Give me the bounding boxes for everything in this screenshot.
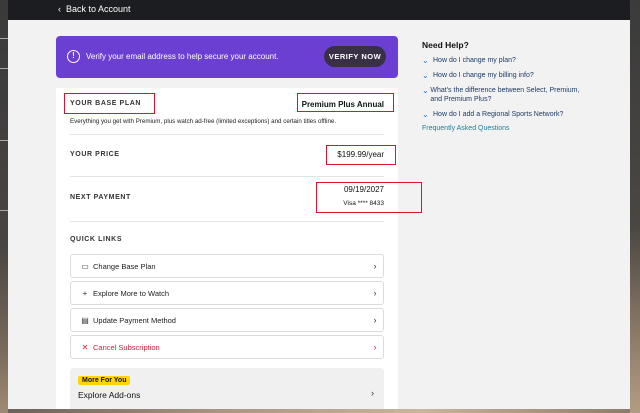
price-value-highlight	[326, 145, 396, 165]
help-faq-item[interactable]: ⌄ How do I change my billing info?	[422, 71, 592, 80]
help-faq-item[interactable]: ⌄ What's the difference between Select, …	[422, 86, 592, 104]
chevron-right-icon: ›	[373, 342, 377, 352]
desktop-background-right	[630, 0, 640, 413]
account-plan-page: ‹ Back to Account ! Verify your email ad…	[8, 0, 630, 409]
desktop-background-left	[0, 0, 8, 413]
desktop-edge-mark	[0, 68, 8, 69]
desktop-edge-mark	[0, 140, 8, 141]
explore-more-to-watch-link[interactable]: + Explore More to Watch ›	[70, 281, 384, 305]
price-label: YOUR PRICE	[70, 151, 120, 158]
plan-main-column: ! Verify your email address to help secu…	[56, 36, 422, 409]
chevron-down-icon: ⌄	[422, 56, 429, 65]
addons-title: Explore Add-ons	[78, 390, 141, 400]
info-icon: !	[67, 50, 80, 63]
link-label: Cancel Subscription	[93, 342, 160, 352]
cancel-subscription-link[interactable]: ✕ Cancel Subscription ›	[70, 335, 384, 359]
card-icon: ▤	[81, 315, 89, 325]
need-help-panel: Need Help? ⌄ How do I change my plan? ⌄ …	[422, 40, 592, 132]
update-payment-method-link[interactable]: ▤ Update Payment Method ›	[70, 308, 384, 332]
desktop-edge-mark	[0, 38, 8, 39]
verify-now-button[interactable]: VERIFY NOW	[324, 46, 386, 67]
x-icon: ✕	[81, 342, 89, 352]
link-label: Update Payment Method	[93, 315, 176, 325]
change-base-plan-link[interactable]: ▭ Change Base Plan ›	[70, 254, 384, 278]
chevron-down-icon: ⌄	[422, 110, 429, 119]
help-question: How do I add a Regional Sports Network?	[433, 111, 564, 118]
divider	[70, 176, 384, 177]
explore-addons-card[interactable]: More For You Explore Add-ons ›	[70, 368, 384, 409]
next-payment-label: NEXT PAYMENT	[70, 194, 131, 201]
help-question: How do I change my billing info?	[433, 72, 534, 79]
next-payment-highlight	[316, 182, 422, 213]
top-navigation-bar: ‹ Back to Account	[8, 0, 630, 20]
chevron-left-icon: ‹	[58, 4, 61, 14]
chevron-right-icon: ›	[373, 315, 377, 325]
verify-email-message: Verify your email address to help secure…	[86, 52, 279, 61]
help-question: How do I change my plan?	[433, 57, 516, 64]
link-label: Explore More to Watch	[93, 288, 169, 298]
base-plan-label-highlight	[64, 93, 155, 114]
back-to-account-link[interactable]: ‹ Back to Account	[58, 4, 131, 14]
quick-links-title: QUICK LINKS	[70, 236, 123, 243]
chevron-down-icon: ⌄	[422, 86, 429, 95]
chevron-right-icon: ›	[371, 388, 374, 398]
desktop-edge-mark	[0, 210, 8, 211]
verify-email-banner: ! Verify your email address to help secu…	[56, 36, 398, 78]
base-plan-value-highlight	[297, 93, 394, 112]
divider	[70, 221, 384, 222]
plus-icon: +	[82, 288, 88, 298]
more-for-you-badge: More For You	[78, 376, 131, 385]
need-help-title: Need Help?	[422, 40, 469, 50]
divider	[70, 134, 384, 135]
frequently-asked-questions-link[interactable]: Frequently Asked Questions	[422, 125, 592, 132]
chevron-down-icon: ⌄	[422, 71, 429, 80]
help-faq-item[interactable]: ⌄ How do I add a Regional Sports Network…	[422, 110, 592, 119]
plan-description: Everything you get with Premium, plus wa…	[70, 118, 337, 125]
link-label: Change Base Plan	[93, 261, 156, 271]
help-question: What's the difference between Select, Pr…	[430, 87, 580, 103]
help-faq-item[interactable]: ⌄ How do I change my plan?	[422, 56, 592, 65]
plan-details-card: YOUR BASE PLAN Premium Plus Annual Every…	[56, 88, 422, 409]
folder-icon: ▭	[81, 261, 89, 271]
chevron-right-icon: ›	[373, 261, 377, 271]
back-label: Back to Account	[66, 4, 131, 14]
desktop-background-bottom	[8, 409, 630, 413]
chevron-right-icon: ›	[373, 288, 377, 298]
